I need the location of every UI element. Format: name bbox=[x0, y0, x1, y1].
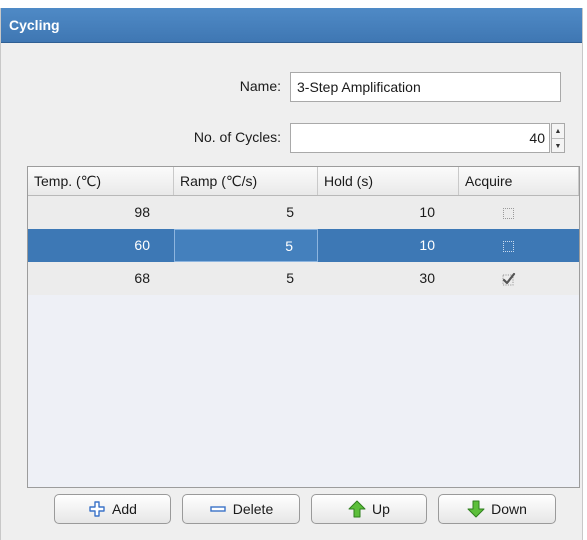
column-header-temp[interactable]: Temp. (℃) bbox=[28, 167, 174, 195]
table-row[interactable]: 60 5 10 bbox=[28, 229, 579, 262]
minus-icon bbox=[209, 500, 227, 518]
delete-button-label: Delete bbox=[232, 501, 274, 517]
acquire-cell[interactable] bbox=[459, 229, 579, 262]
acquire-checkbox-checked[interactable] bbox=[502, 272, 516, 286]
column-header-hold[interactable]: Hold (s) bbox=[318, 167, 459, 195]
cycling-steps-table[interactable]: Temp. (℃) Ramp (℃/s) Hold (s) Acquire 98… bbox=[27, 166, 580, 488]
button-bar: Add Delete Up Down bbox=[1, 494, 582, 528]
temp-cell[interactable]: 68 bbox=[28, 262, 174, 295]
down-button[interactable]: Down bbox=[438, 494, 556, 524]
hold-cell[interactable]: 30 bbox=[318, 262, 459, 295]
acquire-checkbox[interactable] bbox=[503, 240, 514, 252]
spinner-up-icon[interactable]: ▲ bbox=[552, 124, 564, 139]
checkmark-icon bbox=[502, 272, 516, 286]
name-label: Name: bbox=[239, 78, 281, 94]
spinner-down-icon[interactable]: ▼ bbox=[552, 139, 564, 153]
panel-title: Cycling bbox=[1, 8, 582, 43]
name-field[interactable]: 3-Step Amplification bbox=[290, 72, 561, 102]
cycles-spinner[interactable]: ▲ ▼ bbox=[551, 123, 565, 153]
add-button-label: Add bbox=[112, 501, 137, 517]
green-arrow-down-icon bbox=[467, 500, 485, 518]
cycles-label: No. of Cycles: bbox=[193, 129, 281, 145]
ramp-cell[interactable]: 5 bbox=[174, 262, 318, 295]
column-header-ramp[interactable]: Ramp (℃/s) bbox=[174, 167, 318, 195]
acquire-cell[interactable] bbox=[459, 196, 579, 229]
temp-cell[interactable]: 98 bbox=[28, 196, 174, 229]
add-button[interactable]: Add bbox=[54, 494, 171, 524]
hold-cell[interactable]: 10 bbox=[318, 229, 459, 262]
ramp-cell[interactable]: 5 bbox=[174, 196, 318, 229]
green-arrow-up-icon bbox=[348, 500, 366, 518]
cycling-panel: Cycling Name: 3-Step Amplification No. o… bbox=[0, 8, 583, 540]
up-button-label: Up bbox=[372, 501, 390, 517]
table-header: Temp. (℃) Ramp (℃/s) Hold (s) Acquire bbox=[28, 167, 579, 196]
table-row[interactable]: 68 5 30 bbox=[28, 262, 579, 295]
ramp-cell[interactable]: 5 bbox=[174, 229, 318, 262]
down-button-label: Down bbox=[491, 501, 527, 517]
column-header-acquire[interactable]: Acquire bbox=[459, 167, 579, 195]
acquire-checkbox[interactable] bbox=[503, 207, 514, 219]
plus-icon bbox=[88, 500, 106, 518]
temp-cell[interactable]: 60 bbox=[28, 229, 174, 262]
delete-button[interactable]: Delete bbox=[182, 494, 300, 524]
hold-cell[interactable]: 10 bbox=[318, 196, 459, 229]
cycles-field[interactable]: 40 bbox=[290, 123, 550, 153]
acquire-cell[interactable] bbox=[459, 262, 579, 295]
up-button[interactable]: Up bbox=[311, 494, 427, 524]
table-row[interactable]: 98 5 10 bbox=[28, 196, 579, 229]
